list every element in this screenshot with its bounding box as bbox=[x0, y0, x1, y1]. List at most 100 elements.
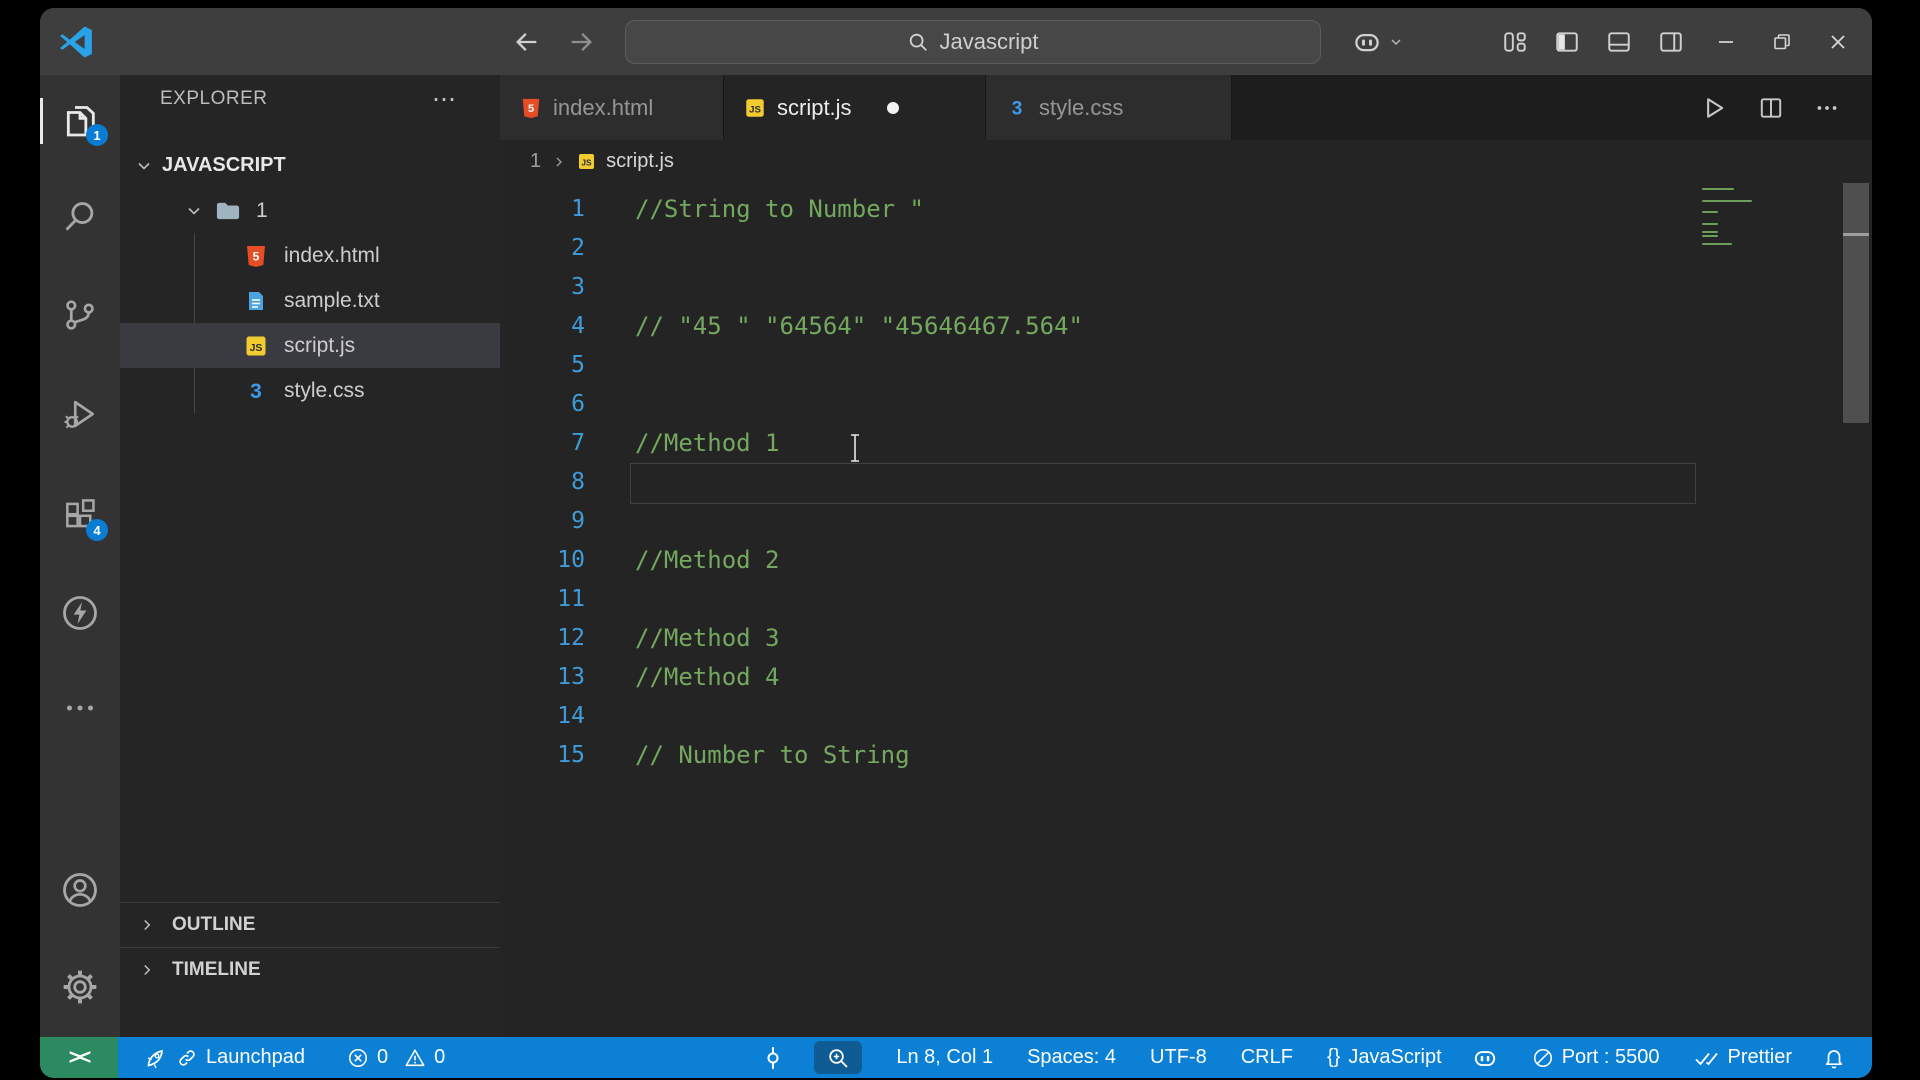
code-line[interactable]: 12//Method 3 bbox=[500, 619, 1872, 658]
live-server-port[interactable]: Port : 5500 bbox=[1532, 1046, 1660, 1069]
code-line[interactable]: 11 bbox=[500, 580, 1872, 619]
code-line[interactable]: 9 bbox=[500, 502, 1872, 541]
double-check-icon bbox=[1694, 1047, 1720, 1069]
toggle-secondary-sidebar-icon[interactable] bbox=[1658, 29, 1684, 55]
folder-row[interactable]: 1 bbox=[120, 188, 500, 233]
chevron-down-icon bbox=[184, 201, 204, 221]
live-server-icon[interactable] bbox=[58, 591, 102, 635]
activity-bar: 1 4 bbox=[40, 75, 120, 1037]
code-line[interactable]: 1//String to Number " bbox=[500, 190, 1872, 229]
remote-indicator[interactable]: >< bbox=[40, 1037, 118, 1078]
vscode-window: Javascript 1 4 EXPLORER ⋯ JAVASCRIPT 1 i… bbox=[40, 8, 1872, 1078]
code-line[interactable]: 15// Number to String bbox=[500, 736, 1872, 775]
file-row-style-css[interactable]: style.css bbox=[120, 368, 500, 413]
code-line[interactable]: 5 bbox=[500, 346, 1872, 385]
breadcrumb[interactable]: 1 script.js bbox=[500, 140, 1872, 183]
launchpad-item[interactable]: Launchpad bbox=[144, 1046, 305, 1070]
forward-arrow-icon[interactable] bbox=[564, 8, 598, 75]
copilot-status-icon[interactable] bbox=[1472, 1045, 1498, 1071]
code-line[interactable]: 6 bbox=[500, 385, 1872, 424]
account-icon[interactable] bbox=[58, 868, 102, 912]
file-label: index.html bbox=[284, 243, 380, 267]
explorer-icon[interactable]: 1 bbox=[58, 98, 108, 146]
code-line[interactable]: 8 bbox=[500, 463, 1872, 502]
copilot-button[interactable] bbox=[1352, 8, 1404, 75]
outline-section[interactable]: OUTLINE bbox=[120, 902, 500, 947]
blocked-circle-icon bbox=[1532, 1047, 1554, 1069]
unsaved-dot-icon[interactable] bbox=[886, 101, 899, 114]
code-line[interactable]: 13//Method 4 bbox=[500, 658, 1872, 697]
editor-more-icon[interactable] bbox=[1814, 95, 1840, 121]
more-views-icon[interactable] bbox=[58, 686, 102, 730]
restore-icon[interactable] bbox=[1764, 22, 1800, 62]
tab-bar: index.html script.js style.css bbox=[500, 75, 1872, 140]
html-icon bbox=[244, 244, 268, 268]
command-center-search[interactable]: Javascript bbox=[625, 20, 1321, 64]
run-file-icon[interactable] bbox=[1700, 94, 1728, 122]
code-line[interactable]: 4// "45 " "64564" "45646467.564" bbox=[500, 307, 1872, 346]
tab-script-js[interactable]: script.js bbox=[724, 75, 986, 140]
cursor-position[interactable]: Ln 8, Col 1 bbox=[896, 1046, 993, 1069]
file-row-index-html[interactable]: index.html bbox=[120, 233, 500, 278]
zoom-indicator[interactable] bbox=[814, 1041, 863, 1074]
toggle-panel-icon[interactable] bbox=[1606, 29, 1632, 55]
active-view-indicator bbox=[40, 98, 43, 144]
sidebar-title: EXPLORER bbox=[160, 88, 268, 109]
search-view-icon[interactable] bbox=[58, 195, 102, 239]
toggle-primary-sidebar-icon[interactable] bbox=[1554, 29, 1580, 55]
encoding[interactable]: UTF-8 bbox=[1150, 1046, 1207, 1069]
chevron-right-icon bbox=[138, 916, 156, 934]
close-icon[interactable] bbox=[1820, 22, 1856, 62]
language-mode[interactable]: {} JavaScript bbox=[1327, 1046, 1442, 1069]
error-count: 0 bbox=[376, 1046, 389, 1068]
minimize-icon[interactable] bbox=[1708, 22, 1744, 62]
indentation[interactable]: Spaces: 4 bbox=[1027, 1046, 1116, 1069]
editor-area: index.html script.js style.css 1 script.… bbox=[500, 75, 1872, 1037]
eol-sequence[interactable]: CRLF bbox=[1241, 1046, 1293, 1069]
extensions-icon[interactable]: 4 bbox=[58, 493, 108, 541]
css-icon bbox=[244, 379, 268, 403]
warning-count: 0 bbox=[434, 1046, 446, 1068]
screencast-commit-icon[interactable] bbox=[760, 1045, 786, 1071]
js-icon bbox=[244, 334, 268, 358]
source-control-icon[interactable] bbox=[58, 293, 102, 337]
split-editor-icon[interactable] bbox=[1758, 95, 1784, 121]
code-line[interactable]: 14 bbox=[500, 697, 1872, 736]
tab-style-css[interactable]: style.css bbox=[986, 75, 1232, 140]
code-line[interactable]: 3 bbox=[500, 268, 1872, 307]
problems-item[interactable]: 0 0 bbox=[347, 1046, 445, 1069]
launchpad-label: Launchpad bbox=[206, 1046, 305, 1068]
notifications-bell-icon[interactable] bbox=[1822, 1046, 1846, 1070]
settings-gear-icon[interactable] bbox=[58, 965, 102, 1009]
sidebar-more-icon[interactable]: ⋯ bbox=[432, 85, 458, 114]
scrollbar-thumb[interactable] bbox=[1843, 183, 1869, 423]
warning-icon bbox=[404, 1047, 426, 1069]
file-row-script-js[interactable]: script.js bbox=[120, 323, 500, 368]
code-line[interactable]: 2 bbox=[500, 229, 1872, 268]
html-icon bbox=[520, 97, 542, 119]
folder-label: 1 bbox=[256, 198, 268, 222]
breadcrumb-folder[interactable]: 1 bbox=[530, 150, 541, 173]
error-icon bbox=[347, 1047, 369, 1069]
tab-label: script.js bbox=[777, 94, 852, 120]
tab-index-html[interactable]: index.html bbox=[500, 75, 724, 140]
text-file-icon bbox=[244, 289, 268, 313]
menu-icon[interactable] bbox=[140, 8, 174, 75]
file-row-sample-txt[interactable]: sample.txt bbox=[120, 278, 500, 323]
js-icon bbox=[744, 97, 766, 119]
workspace-root[interactable]: JAVASCRIPT bbox=[120, 143, 500, 188]
prettier-item[interactable]: Prettier bbox=[1694, 1046, 1792, 1069]
minimap-content bbox=[1698, 188, 1770, 252]
run-debug-icon[interactable] bbox=[58, 392, 102, 436]
breadcrumb-file[interactable]: script.js bbox=[606, 150, 674, 173]
status-bar: >< Launchpad 0 0 Ln 8, Col 1 Spaces: 4 U… bbox=[40, 1037, 1872, 1078]
code-editor[interactable]: 1//String to Number " 2 3 4// "45 " "645… bbox=[500, 183, 1872, 1037]
extensions-badge: 4 bbox=[86, 519, 108, 541]
minimap[interactable] bbox=[1698, 188, 1770, 252]
back-arrow-icon[interactable] bbox=[510, 8, 544, 75]
braces-icon: {} bbox=[1326, 1046, 1341, 1068]
code-line[interactable]: 7//Method 1 bbox=[500, 424, 1872, 463]
customize-layout-icon[interactable] bbox=[1502, 29, 1528, 55]
timeline-section[interactable]: TIMELINE bbox=[120, 947, 500, 992]
code-line[interactable]: 10//Method 2 bbox=[500, 541, 1872, 580]
